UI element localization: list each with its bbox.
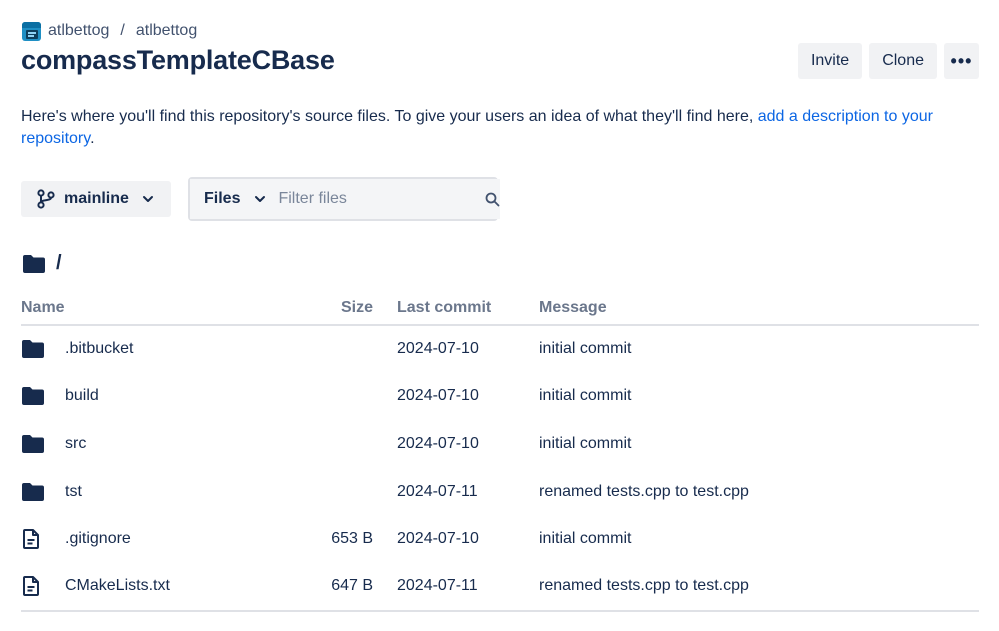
invite-button[interactable]: Invite	[797, 43, 863, 79]
last-commit-date: 2024-07-11	[397, 482, 478, 500]
page-title: compassTemplateCBase	[21, 45, 335, 75]
table-row[interactable]: src 2024-07-10 initial commit	[21, 420, 979, 468]
commit-message: initial commit	[539, 434, 632, 452]
filter-type-label: Files	[204, 190, 241, 207]
header-actions: Invite Clone •••	[797, 43, 979, 79]
last-commit-date: 2024-07-10	[397, 530, 479, 548]
file-name-link[interactable]: src	[65, 435, 86, 453]
file-size: 647 B	[324, 562, 397, 612]
file-size	[324, 373, 397, 421]
file-size	[324, 420, 397, 468]
more-icon: •••	[950, 50, 973, 71]
chevron-down-icon	[255, 196, 266, 202]
file-size: 653 B	[331, 530, 373, 548]
column-header-last-commit[interactable]: Last commit	[397, 292, 539, 326]
last-commit-date: 2024-07-10	[397, 387, 479, 405]
file-filter-box: Files	[188, 177, 501, 221]
commit-message: initial commit	[539, 387, 632, 405]
table-row[interactable]: build 2024-07-10 initial commit	[21, 373, 979, 421]
last-commit-date: 2024-07-11	[397, 562, 539, 612]
repository-avatar-icon[interactable]	[22, 21, 41, 41]
commit-message: initial commit	[539, 530, 632, 548]
column-header-message[interactable]: Message	[539, 292, 979, 326]
path-root[interactable]: /	[56, 252, 62, 275]
search-button[interactable]	[485, 179, 501, 219]
folder-icon	[21, 434, 65, 454]
column-header-name[interactable]: Name	[21, 292, 324, 326]
breadcrumb: atlbettog / atlbettog	[22, 20, 197, 42]
branch-icon	[37, 189, 55, 209]
file-name-link[interactable]: .gitignore	[65, 530, 131, 548]
commit-message: renamed tests.cpp to test.cpp	[539, 482, 749, 500]
folder-icon	[21, 339, 65, 359]
filter-files-input[interactable]	[266, 179, 486, 219]
commit-message: renamed tests.cpp to test.cpp	[539, 562, 979, 612]
branch-name: mainline	[64, 190, 129, 207]
filter-type-select[interactable]: Files	[190, 179, 267, 219]
description-text: Here's where you'll find this repository…	[21, 108, 758, 125]
description-end: .	[90, 130, 95, 147]
last-commit-date: 2024-07-10	[397, 340, 479, 358]
table-row[interactable]: CMakeLists.txt 647 B 2024-07-11 renamed …	[21, 562, 979, 612]
table-row[interactable]: .gitignore 653 B 2024-07-10 initial comm…	[21, 515, 979, 563]
commit-message: initial commit	[539, 340, 632, 358]
more-actions-button[interactable]: •••	[944, 43, 979, 79]
breadcrumb-separator: /	[120, 22, 125, 39]
file-icon	[21, 575, 65, 597]
file-name-link[interactable]: .bitbucket	[65, 340, 133, 358]
chevron-down-icon	[142, 196, 153, 202]
file-size	[324, 468, 397, 516]
file-name-link[interactable]: CMakeLists.txt	[65, 577, 170, 595]
file-icon	[21, 528, 65, 550]
branch-selector-button[interactable]: mainline	[21, 181, 171, 217]
search-icon	[486, 192, 500, 206]
repository-description: Here's where you'll find this repository…	[21, 106, 971, 150]
file-name-link[interactable]: tst	[65, 483, 82, 501]
table-row[interactable]: .bitbucket 2024-07-10 initial commit	[21, 325, 979, 373]
file-table: Name Size Last commit Message .bitbucket…	[21, 292, 979, 612]
table-row[interactable]: tst 2024-07-11 renamed tests.cpp to test…	[21, 468, 979, 516]
folder-icon	[21, 482, 65, 502]
last-commit-date: 2024-07-10	[397, 434, 479, 452]
breadcrumb-project-link[interactable]: atlbettog	[136, 22, 197, 40]
current-path: /	[22, 252, 62, 275]
clone-button[interactable]: Clone	[869, 43, 937, 79]
column-header-size[interactable]: Size	[324, 292, 397, 326]
breadcrumb-workspace-link[interactable]: atlbettog	[48, 22, 109, 40]
folder-icon	[21, 386, 65, 406]
file-size	[324, 325, 397, 373]
folder-icon	[23, 254, 45, 273]
file-name-link[interactable]: build	[65, 387, 99, 405]
table-header-row: Name Size Last commit Message	[21, 292, 979, 326]
